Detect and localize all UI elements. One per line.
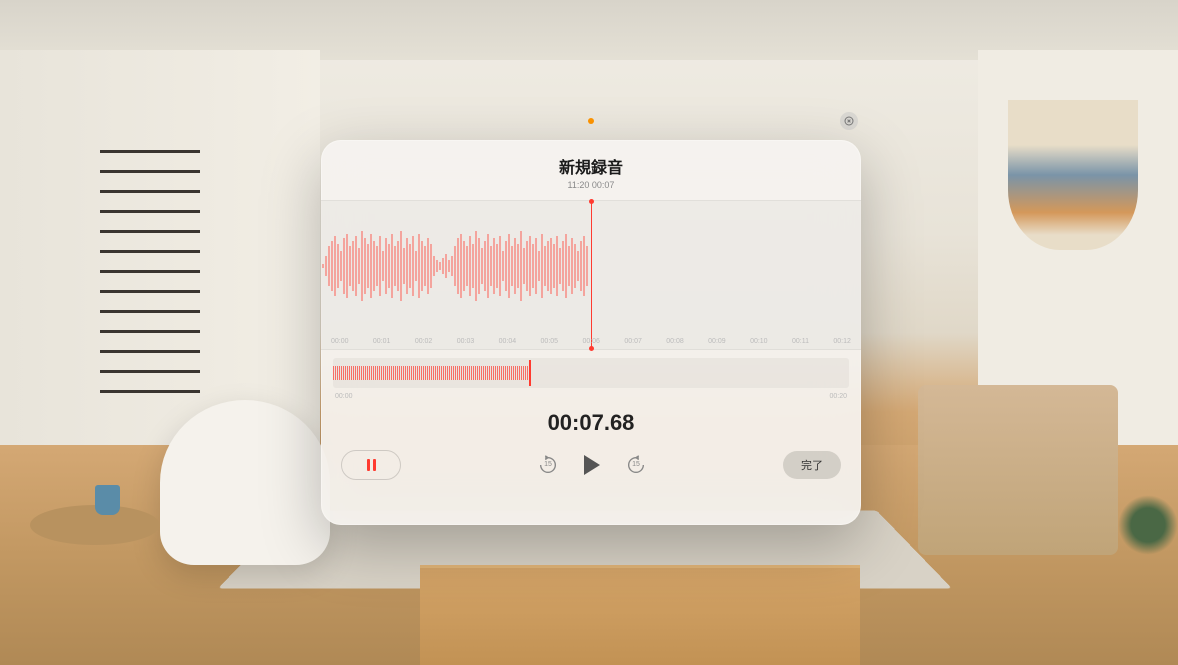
tick: 00:05 (541, 338, 559, 345)
skip-back-label: 15 (544, 461, 552, 468)
overview-time-end: 00:20 (829, 393, 847, 400)
waveform-graphic (321, 216, 591, 316)
voice-memos-window: 新規録音 11:20 00:07 00:00 00:01 00:02 00:03… (321, 140, 861, 525)
tick: 00:08 (666, 338, 684, 345)
pause-record-button[interactable] (341, 450, 401, 480)
tick: 00:10 (750, 338, 768, 345)
overview-recorded-region (333, 366, 529, 380)
bg-coffee-table (420, 565, 860, 665)
recording-title: 新規録音 (321, 154, 861, 178)
elapsed-time: 00:07.68 (321, 410, 861, 436)
window-grabber-dot[interactable] (588, 118, 594, 124)
play-button[interactable] (584, 455, 600, 475)
tick: 00:11 (792, 338, 809, 345)
tick: 00:01 (373, 338, 391, 345)
bg-mug (95, 485, 120, 515)
done-button[interactable]: 完了 (783, 451, 841, 479)
bg-plant (1118, 495, 1178, 555)
tick: 00:03 (457, 338, 475, 345)
bg-side-table (30, 505, 160, 545)
tick: 00:09 (708, 338, 726, 345)
bg-stairs (100, 150, 200, 400)
window-close-button[interactable] (840, 112, 858, 130)
recording-meta: 11:20 00:07 (321, 180, 861, 190)
waveform-overview[interactable]: 00:00 00:20 (333, 358, 849, 388)
overview-time-start: 00:00 (335, 393, 353, 400)
tick: 00:06 (582, 338, 600, 345)
bg-armchair (160, 400, 330, 565)
bg-wall-art (1008, 100, 1138, 250)
tick: 00:02 (415, 338, 433, 345)
tick: 00:04 (499, 338, 517, 345)
center-controls: 15 15 (411, 453, 773, 477)
bg-lounge-chair (918, 385, 1118, 555)
skip-forward-label: 15 (632, 461, 640, 468)
time-ruler: 00:00 00:01 00:02 00:03 00:04 00:05 00:0… (321, 338, 861, 345)
waveform-main[interactable]: 00:00 00:01 00:02 00:03 00:04 00:05 00:0… (321, 200, 861, 350)
tick: 00:12 (833, 338, 851, 345)
skip-forward-button[interactable]: 15 (624, 453, 648, 477)
recording-header: 新規録音 11:20 00:07 (321, 140, 861, 200)
skip-back-button[interactable]: 15 (536, 453, 560, 477)
tick: 00:07 (624, 338, 642, 345)
pause-icon (367, 459, 376, 471)
tick: 00:00 (331, 338, 349, 345)
playback-controls: 15 15 完了 (321, 436, 861, 498)
playhead-indicator[interactable] (591, 201, 592, 349)
overview-playhead[interactable] (529, 360, 531, 386)
